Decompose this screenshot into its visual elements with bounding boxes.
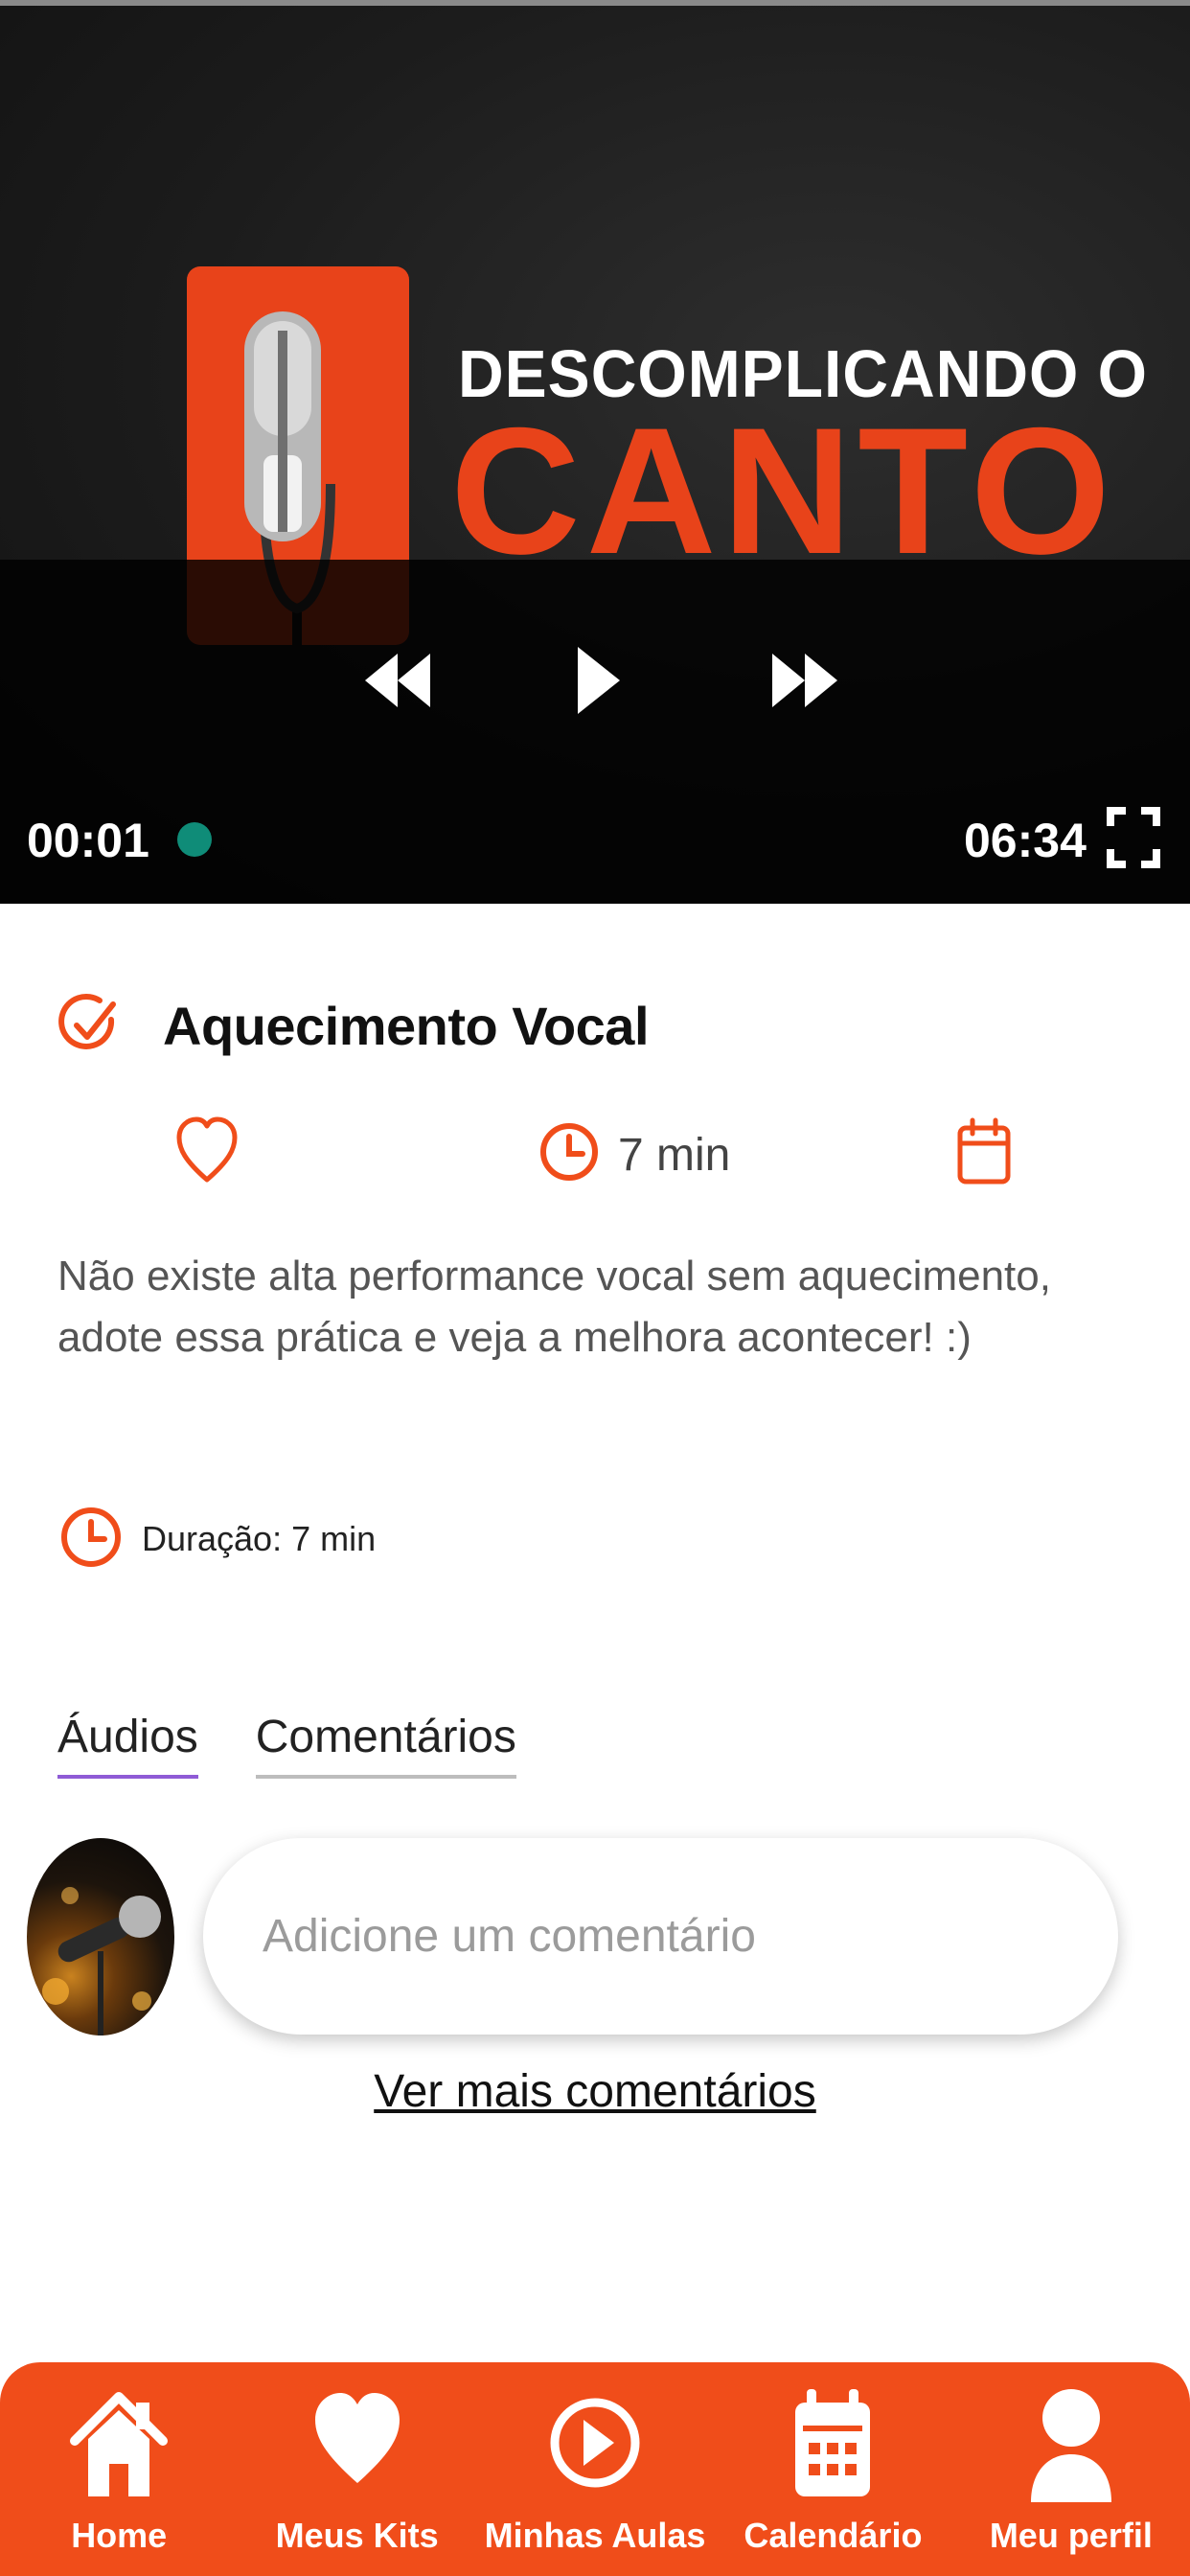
heart-icon — [314, 2393, 400, 2483]
more-comments-link[interactable]: Ver mais comentários — [0, 2065, 1190, 2118]
nav-label-home: Home — [71, 2516, 168, 2555]
progress-scrubber[interactable] — [177, 822, 212, 857]
thumbnail-title: CANTO — [450, 390, 1116, 591]
nav-label-calendario: Calendário — [744, 2516, 923, 2555]
comment-input[interactable] — [261, 1909, 1079, 1964]
clock-icon — [61, 1507, 121, 1567]
fullscreen-icon — [1107, 807, 1160, 868]
nav-item-meu-perfil[interactable]: Meu perfil — [952, 2362, 1190, 2576]
play-button[interactable] — [565, 632, 632, 728]
tab-audios[interactable]: Áudios — [57, 1711, 198, 1779]
nav-item-meus-kits[interactable]: Meus Kits — [238, 2362, 475, 2576]
lesson-title: Aquecimento Vocal — [163, 996, 650, 1056]
nav-item-minhas-aulas[interactable]: Minhas Aulas — [476, 2362, 714, 2576]
microphone-avatar-image — [42, 1887, 161, 2036]
calendar-icon[interactable] — [956, 1115, 1012, 1187]
bottom-navigation: Home Meus Kits Minhas Aulas Calendário M… — [0, 2362, 1190, 2576]
user-icon — [1030, 2389, 1111, 2502]
fast-forward-icon — [772, 654, 837, 707]
clock-icon — [540, 1123, 598, 1181]
video-player[interactable]: DESCOMPLICANDO O CANTO 00:01 06:34 — [0, 0, 1190, 904]
lesson-duration: 7 min — [618, 1130, 731, 1181]
duration-detail: Duração: 7 min — [142, 1519, 377, 1558]
fast-forward-button[interactable] — [757, 642, 853, 719]
nav-label-meu-perfil: Meu perfil — [989, 2516, 1153, 2555]
content-tabs: Áudios Comentários — [57, 1711, 574, 1779]
calendar-icon — [795, 2389, 871, 2496]
nav-item-home[interactable]: Home — [0, 2362, 238, 2576]
comment-input-container — [203, 1838, 1118, 2035]
nav-label-minhas-aulas: Minhas Aulas — [484, 2516, 706, 2555]
completed-check-icon[interactable] — [57, 987, 119, 1064]
tab-comments[interactable]: Comentários — [255, 1711, 516, 1779]
play-circle-icon — [550, 2398, 640, 2488]
fullscreen-button[interactable] — [1102, 803, 1165, 872]
rewind-button[interactable] — [350, 642, 446, 719]
play-icon — [578, 647, 620, 714]
rewind-icon — [365, 654, 430, 707]
favorite-heart-icon[interactable] — [175, 1115, 239, 1185]
nav-label-meus-kits: Meus Kits — [275, 2516, 439, 2555]
current-time: 00:01 — [27, 814, 149, 867]
lesson-description: Não existe alta performance vocal sem aq… — [57, 1253, 1051, 1361]
home-icon — [70, 2392, 169, 2496]
total-time: 06:34 — [964, 814, 1087, 867]
nav-item-calendario[interactable]: Calendário — [714, 2362, 951, 2576]
avatar — [27, 1838, 174, 2036]
